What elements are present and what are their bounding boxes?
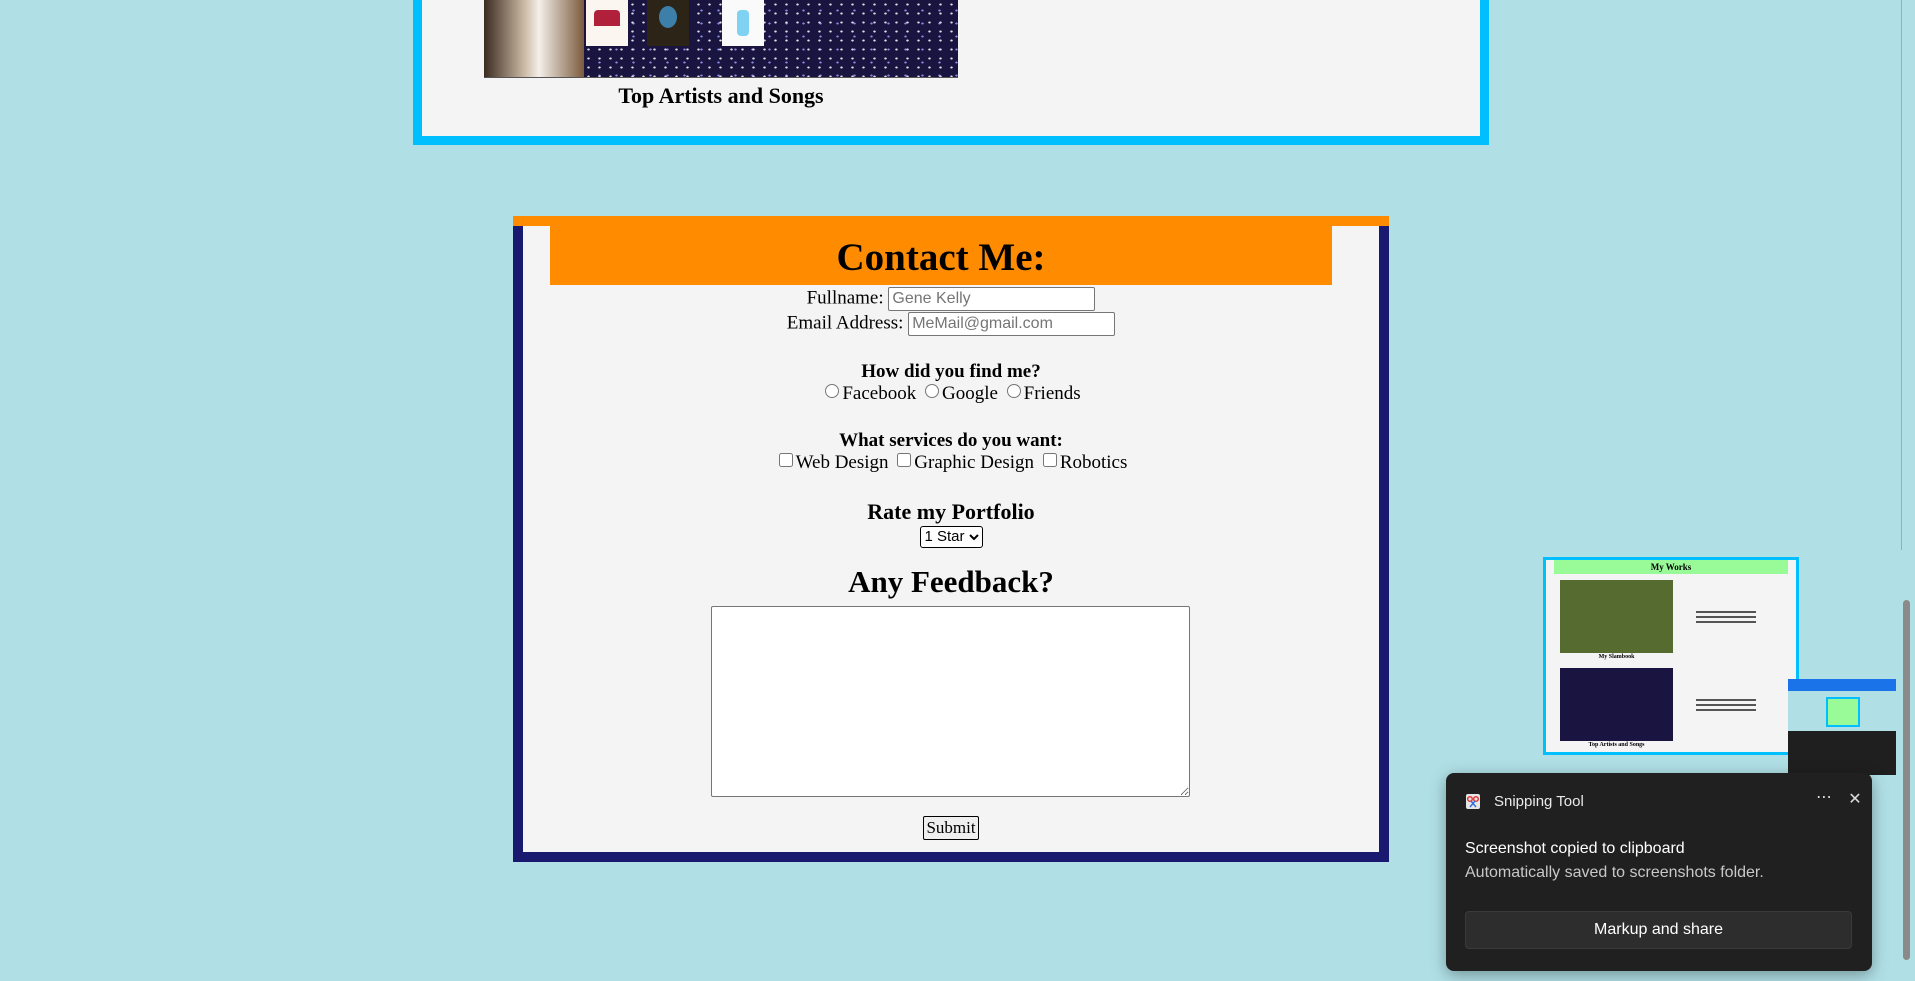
checkbox-robotics-label: Robotics bbox=[1059, 452, 1128, 473]
radio-facebook-label: Facebook bbox=[842, 383, 917, 404]
rate-select[interactable]: 1 Star bbox=[919, 525, 983, 548]
contact-title: Contact Me: bbox=[550, 226, 1332, 285]
preview-secondary-titlebar bbox=[1788, 679, 1896, 691]
checkbox-graphic-design-label: Graphic Design bbox=[914, 452, 1035, 473]
email-input[interactable] bbox=[908, 312, 1116, 336]
checkbox-web-design[interactable] bbox=[778, 453, 793, 467]
toast-app-name: Snipping Tool bbox=[1494, 793, 1584, 810]
toast-title: Screenshot copied to clipboard bbox=[1465, 840, 1685, 857]
find-options-row: Facebook Google Friends bbox=[523, 383, 1379, 405]
radio-friends-label: Friends bbox=[1023, 383, 1081, 404]
preview-secondary-body bbox=[1788, 691, 1896, 731]
toast-subtitle: Automatically saved to screenshots folde… bbox=[1465, 864, 1764, 881]
preview-title: My Works bbox=[1554, 560, 1788, 574]
checkbox-robotics[interactable] bbox=[1042, 453, 1057, 467]
find-question-text: How did you find me? bbox=[861, 361, 1041, 382]
services-question: What services do you want: bbox=[523, 430, 1379, 452]
preview-slambook-caption: My Slambook bbox=[1598, 654, 1635, 660]
radio-facebook[interactable] bbox=[825, 384, 840, 398]
fullname-input[interactable] bbox=[888, 287, 1096, 311]
album-card-1 bbox=[586, 0, 628, 46]
services-question-text: What services do you want: bbox=[839, 430, 1063, 451]
feedback-textarea[interactable] bbox=[711, 606, 1190, 797]
more-options-icon[interactable]: ⋯ bbox=[1810, 787, 1838, 813]
rate-title: Rate my Portfolio bbox=[867, 499, 1035, 524]
window-preview[interactable]: My Works My Slambook Top Artists and Son… bbox=[1543, 557, 1799, 755]
markup-and-share-button[interactable]: Markup and share bbox=[1465, 911, 1852, 949]
artist-photo bbox=[484, 0, 584, 77]
services-options-row: Web Design Graphic Design Robotics bbox=[523, 452, 1379, 474]
album-card-3 bbox=[722, 0, 764, 46]
feedback-title-row: Any Feedback? bbox=[523, 564, 1379, 600]
fullname-label: Fullname: bbox=[806, 287, 884, 309]
email-row: Email Address: bbox=[523, 312, 1379, 336]
preview-artists-thumb bbox=[1560, 668, 1673, 741]
snipping-tool-notification[interactable]: Snipping Tool ⋯ ✕ Screenshot copied to c… bbox=[1446, 773, 1872, 971]
preview-text-lines-a bbox=[1696, 608, 1756, 626]
fullname-row: Fullname: bbox=[523, 287, 1379, 311]
works-panel: Top Artists and Songs bbox=[413, 0, 1489, 145]
checkbox-graphic-design[interactable] bbox=[897, 453, 912, 467]
contact-form-panel: Contact Me: Fullname: Email Address: How… bbox=[513, 216, 1389, 862]
radio-friends[interactable] bbox=[1006, 384, 1021, 398]
snipping-tool-icon bbox=[1466, 794, 1480, 809]
scrollbar-thumb[interactable] bbox=[1903, 600, 1910, 960]
find-question: How did you find me? bbox=[523, 361, 1379, 383]
radio-google[interactable] bbox=[924, 384, 939, 398]
email-label: Email Address: bbox=[786, 312, 904, 334]
checkbox-web-design-label: Web Design bbox=[795, 452, 889, 473]
feedback-title: Any Feedback? bbox=[848, 564, 1054, 599]
preview-text-lines-b bbox=[1696, 696, 1756, 714]
submit-row: Submit bbox=[523, 816, 1379, 840]
preview-slambook-thumb bbox=[1560, 580, 1673, 653]
preview-artists-caption: Top Artists and Songs bbox=[1588, 742, 1645, 748]
window-preview-secondary[interactable] bbox=[1788, 679, 1896, 775]
scrollbar-track bbox=[1901, 0, 1902, 550]
top-artists-thumbnail[interactable] bbox=[484, 0, 958, 78]
album-card-2 bbox=[647, 0, 689, 46]
vertical-scrollbar[interactable] bbox=[1897, 0, 1915, 981]
rate-title-row: Rate my Portfolio bbox=[523, 499, 1379, 525]
radio-google-label: Google bbox=[941, 383, 998, 404]
top-artists-caption: Top Artists and Songs bbox=[618, 83, 824, 108]
close-icon[interactable]: ✕ bbox=[1842, 787, 1868, 813]
rate-select-row: 1 Star bbox=[523, 525, 1379, 548]
submit-button[interactable]: Submit bbox=[923, 816, 979, 840]
